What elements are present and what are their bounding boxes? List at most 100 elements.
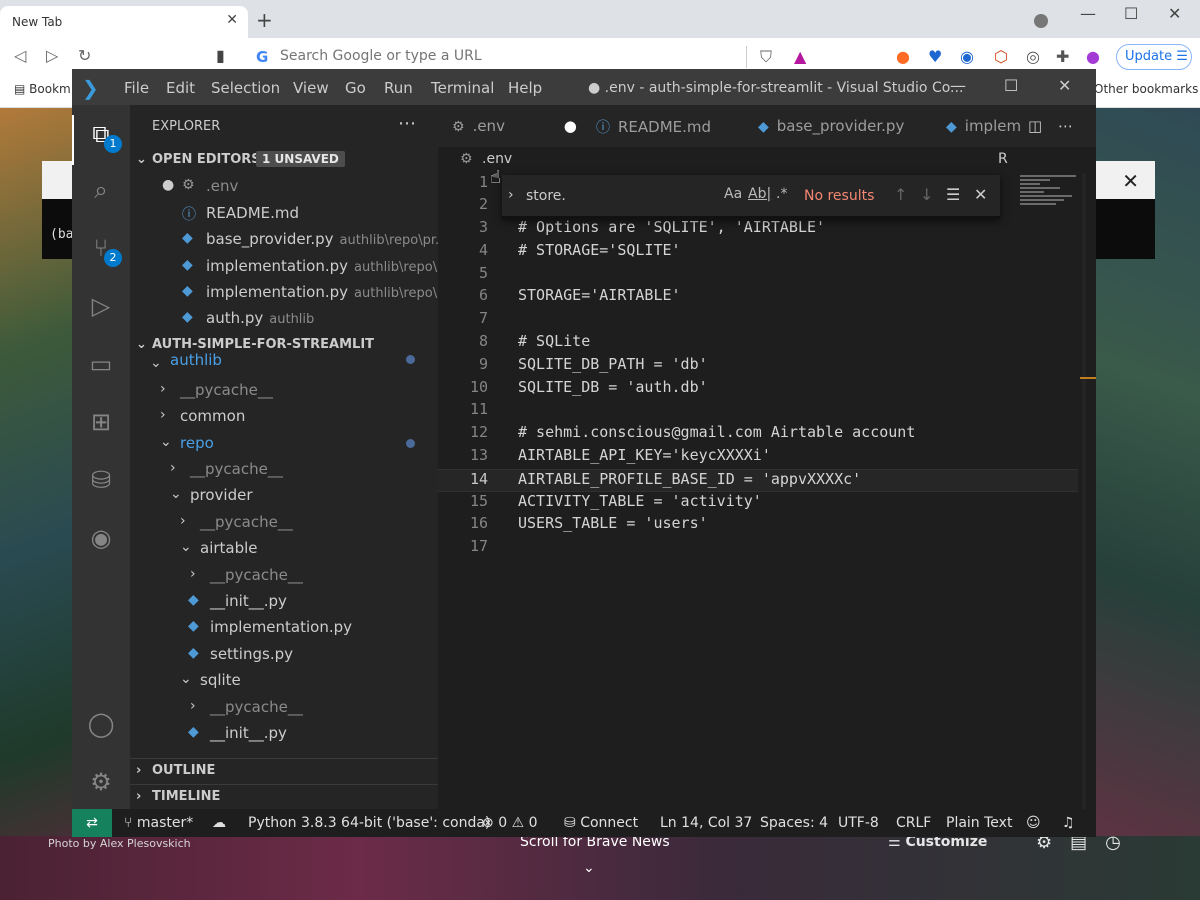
tab-readme[interactable]: ⓘ README.md	[596, 105, 711, 147]
tree-file[interactable]: ◆ settings.py	[130, 641, 438, 667]
extension-icon[interactable]: ♥	[928, 47, 942, 66]
open-editors-header[interactable]: ⌄ OPEN EDITORS 1 UNSAVED	[130, 148, 438, 172]
open-editor-item[interactable]: ⓘ README.md	[130, 200, 438, 226]
notifications-bell-icon[interactable]: ♫	[1062, 815, 1075, 831]
match-whole-word-icon[interactable]: Ab|	[748, 186, 771, 202]
tab-env[interactable]: ⚙ .env ●	[452, 105, 577, 147]
code-editor[interactable]: 1 2 3 # Options are 'SQLITE', 'AIRTABLE' …	[438, 173, 1096, 809]
breadcrumb-file[interactable]: .env	[482, 151, 512, 167]
close-window-icon[interactable]: ✕	[1168, 4, 1181, 23]
forward-icon[interactable]: ▷	[46, 46, 58, 65]
split-editor-icon[interactable]: ◫	[1028, 105, 1042, 147]
language-mode[interactable]: Plain Text	[946, 815, 1012, 831]
extension-icon[interactable]: ●	[896, 47, 910, 66]
tree-file[interactable]: ◆ __init__.py	[130, 720, 438, 746]
tree-file[interactable]: ◆ implementation.py	[130, 614, 438, 640]
encoding[interactable]: UTF-8	[838, 815, 879, 831]
minimap[interactable]	[1020, 173, 1082, 223]
reload-icon[interactable]: ↻	[78, 46, 91, 65]
extensions-icon[interactable]: ⊞	[86, 407, 116, 437]
chevron-down-icon[interactable]: ⌄	[583, 860, 595, 876]
menu-view[interactable]: View	[293, 79, 329, 97]
tree-folder[interactable]: › __pycache__	[130, 377, 438, 403]
use-regex-icon[interactable]: .*	[776, 186, 787, 202]
menu-go[interactable]: Go	[345, 79, 366, 97]
back-icon[interactable]: ◁	[14, 46, 26, 65]
menu-run[interactable]: Run	[384, 79, 413, 97]
match-case-icon[interactable]: Aa	[724, 186, 742, 202]
terminal-close-icon[interactable]: ✕	[1122, 169, 1139, 193]
remote-explorer-icon[interactable]: ▭	[86, 349, 116, 379]
settings-gear-icon[interactable]: ⚙	[86, 767, 116, 797]
remote-indicator-icon[interactable]: ⇄	[72, 809, 112, 837]
editor-scrollbar[interactable]	[1082, 173, 1086, 809]
disc-icon[interactable]: ◉	[86, 523, 116, 553]
sync-icon[interactable]: ☁	[212, 815, 226, 831]
open-editor-item[interactable]: ◆ base_provider.py authlib\repo\pr...	[130, 226, 438, 252]
tree-folder[interactable]: ⌄ authlib	[130, 351, 438, 377]
menu-edit[interactable]: Edit	[166, 79, 195, 97]
tree-folder[interactable]: › common	[130, 403, 438, 429]
photo-credit[interactable]: Photo by Alex Plesovskich	[48, 837, 191, 850]
unsaved-dot-icon[interactable]: ●	[564, 117, 577, 135]
tab-base-provider[interactable]: ◆ base_provider.py	[758, 105, 904, 147]
tree-folder[interactable]: › __pycache__	[130, 562, 438, 588]
tree-folder[interactable]: ⌄ provider	[130, 482, 438, 508]
extension-icon[interactable]: ◉	[960, 47, 974, 66]
tree-folder[interactable]: › __pycache__	[130, 694, 438, 720]
database-icon[interactable]: ⛁	[86, 465, 116, 495]
previous-match-icon[interactable]: ↑	[894, 185, 907, 204]
outline-header[interactable]: › OUTLINE	[130, 758, 438, 782]
brave-shield-icon[interactable]: ⛉	[760, 47, 772, 67]
menu-terminal[interactable]: Terminal	[431, 79, 494, 97]
browser-tab[interactable]: New Tab ✕	[0, 6, 248, 38]
timeline-header[interactable]: › TIMELINE	[130, 784, 438, 808]
tree-folder[interactable]: › __pycache__	[130, 456, 438, 482]
run-debug-icon[interactable]: ▷	[86, 291, 116, 321]
account-icon[interactable]: ◯	[86, 709, 116, 739]
maximize-icon[interactable]: ☐	[1004, 76, 1018, 95]
extension-icon[interactable]: ◎	[1026, 47, 1040, 66]
indentation[interactable]: Spaces: 4	[760, 815, 828, 831]
next-match-icon[interactable]: ↓	[920, 185, 933, 204]
open-editor-item[interactable]: ● ⚙ .env	[130, 173, 438, 199]
line-ending[interactable]: CRLF	[896, 815, 931, 831]
tab-search-icon[interactable]	[1034, 14, 1048, 28]
cursor-position[interactable]: Ln 14, Col 37	[660, 815, 752, 831]
menu-selection[interactable]: Selection	[211, 79, 280, 97]
close-icon[interactable]: ✕	[974, 185, 987, 204]
menu-file[interactable]: File	[124, 79, 149, 97]
new-tab-button[interactable]: +	[256, 8, 273, 32]
tree-folder[interactable]: ⌄ sqlite	[130, 667, 438, 693]
omnibox-input[interactable]	[280, 48, 720, 64]
unsaved-dot-icon[interactable]: ●	[162, 177, 174, 193]
tree-folder[interactable]: ⌄ airtable	[130, 535, 438, 561]
more-actions-icon[interactable]: ⋯	[398, 113, 416, 134]
find-in-selection-icon[interactable]: ☰	[946, 185, 960, 204]
open-editor-item[interactable]: ◆ implementation.py authlib\repo\...	[130, 253, 438, 279]
tree-file[interactable]: ◆ __init__.py	[130, 588, 438, 614]
problems-indicator[interactable]: ⊗ 0 ⚠ 0	[482, 815, 538, 831]
python-interpreter[interactable]: Python 3.8.3 64-bit ('base': conda)	[248, 815, 490, 831]
branch-indicator[interactable]: ⑂ master*	[124, 815, 193, 831]
tree-folder[interactable]: › __pycache__	[130, 509, 438, 535]
extension-icon[interactable]: ⬡	[994, 47, 1008, 66]
maximize-icon[interactable]: ☐	[1124, 4, 1138, 23]
more-actions-icon[interactable]: ⋯	[1058, 105, 1073, 147]
minimize-icon[interactable]: —	[1080, 4, 1096, 23]
avatar[interactable]: ●	[1086, 47, 1100, 66]
find-input[interactable]	[522, 184, 722, 208]
search-icon[interactable]: ⌕	[86, 175, 116, 205]
toggle-replace-icon[interactable]: ›	[508, 187, 514, 203]
feedback-icon[interactable]: ☺	[1026, 815, 1041, 831]
menu-help[interactable]: Help	[508, 79, 542, 97]
bookmarks-item[interactable]: ▤ Bookm	[14, 82, 71, 96]
history-icon[interactable]: ◷	[1105, 832, 1139, 853]
tree-folder[interactable]: ⌄ repo	[130, 430, 438, 456]
close-icon[interactable]: ✕	[226, 12, 238, 28]
bookmark-page-icon[interactable]: ▮	[216, 46, 225, 65]
connect-button[interactable]: ⛁ Connect	[564, 815, 638, 831]
open-editor-item[interactable]: ◆ implementation.py authlib\repo\...	[130, 279, 438, 305]
puzzle-icon[interactable]: ✚	[1056, 47, 1069, 66]
tab-implementation[interactable]: ◆ implem	[946, 105, 1021, 147]
